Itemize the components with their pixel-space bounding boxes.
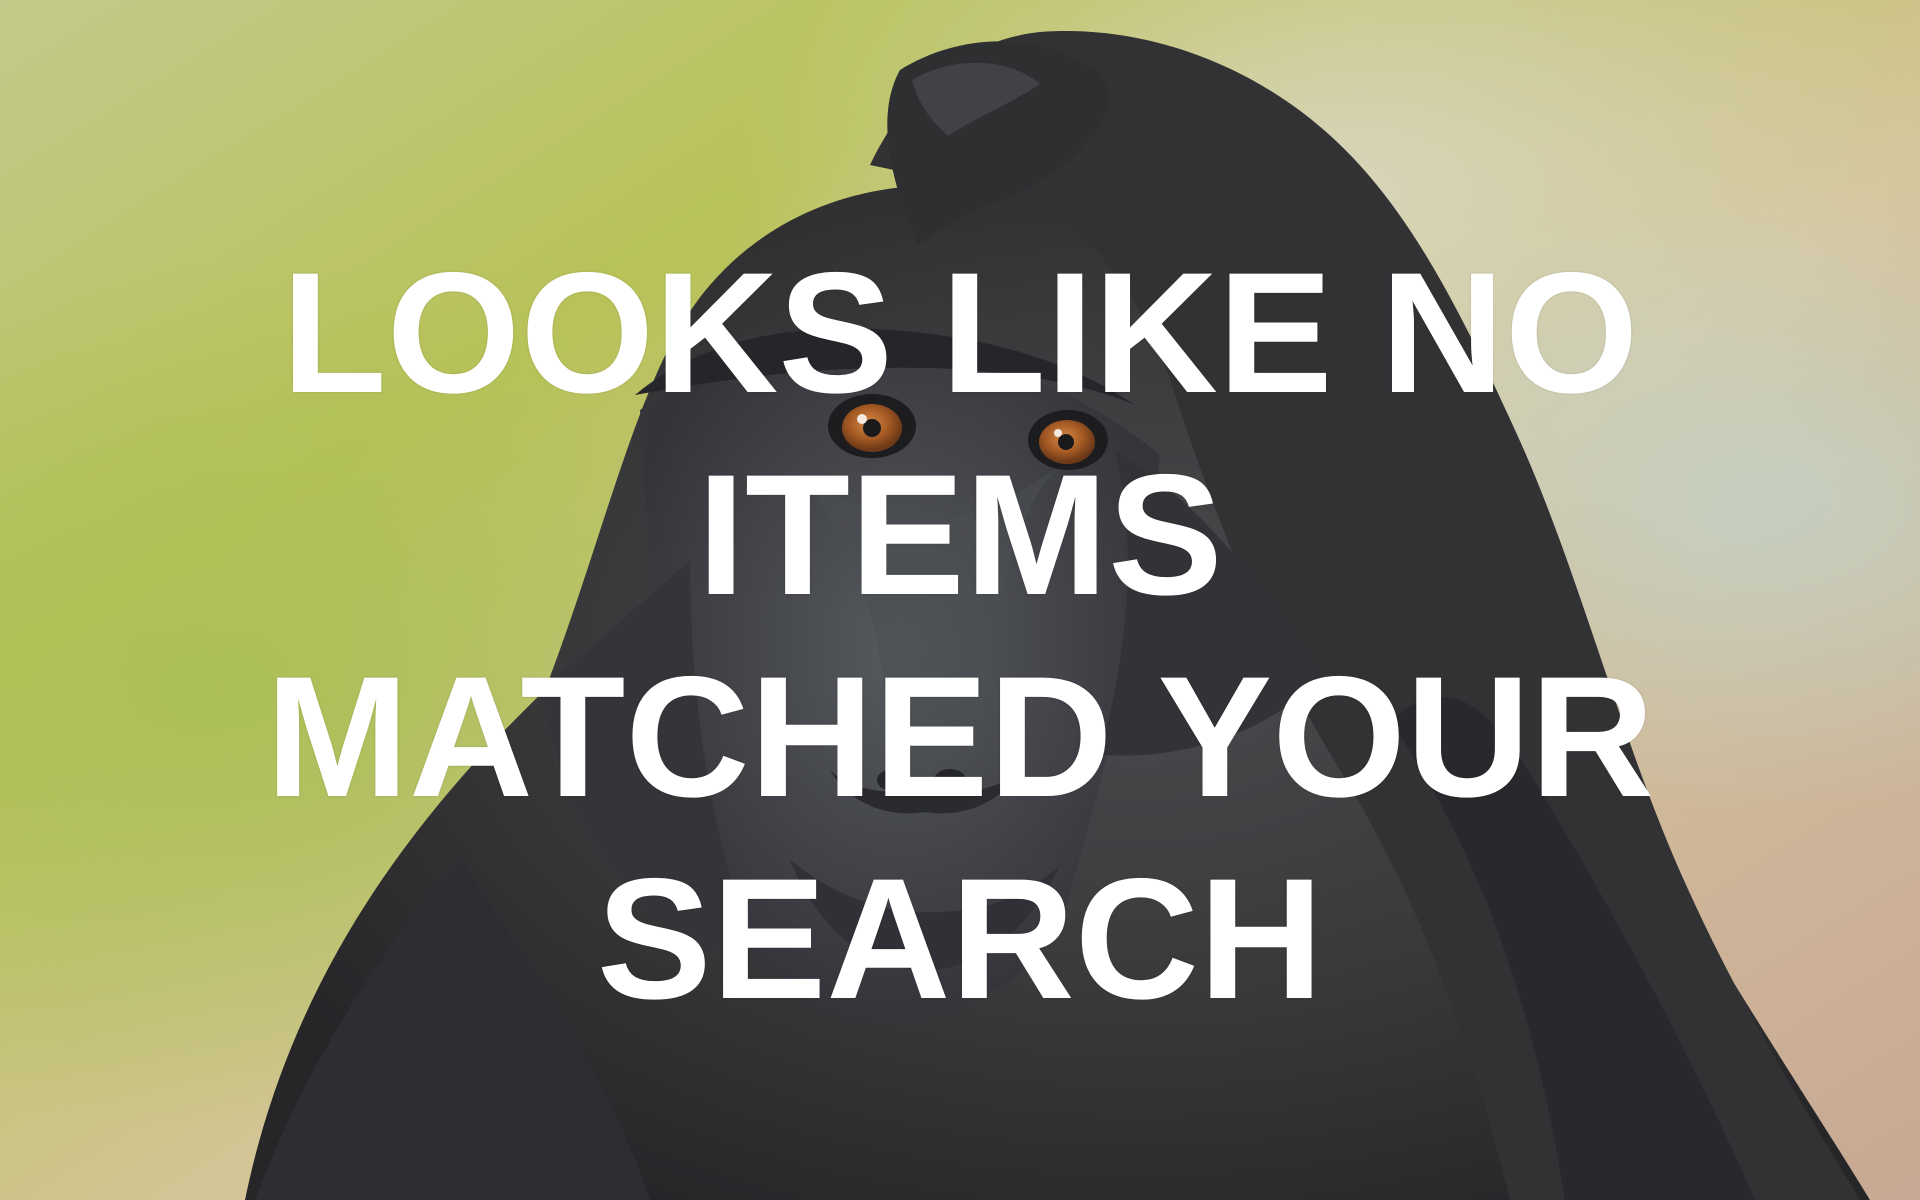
empty-search-results-screen: LOOKS LIKE NO ITEMS MATCHED YOUR SEARCH — [0, 0, 1920, 1200]
message-line-3: MATCHED YOUR — [265, 641, 1655, 833]
message-line-4: SEARCH — [596, 843, 1324, 1035]
no-results-message: LOOKS LIKE NO ITEMS MATCHED YOUR SEARCH — [0, 232, 1920, 1040]
message-line-2: ITEMS — [697, 439, 1223, 631]
message-line-1: LOOKS LIKE NO — [281, 237, 1639, 429]
